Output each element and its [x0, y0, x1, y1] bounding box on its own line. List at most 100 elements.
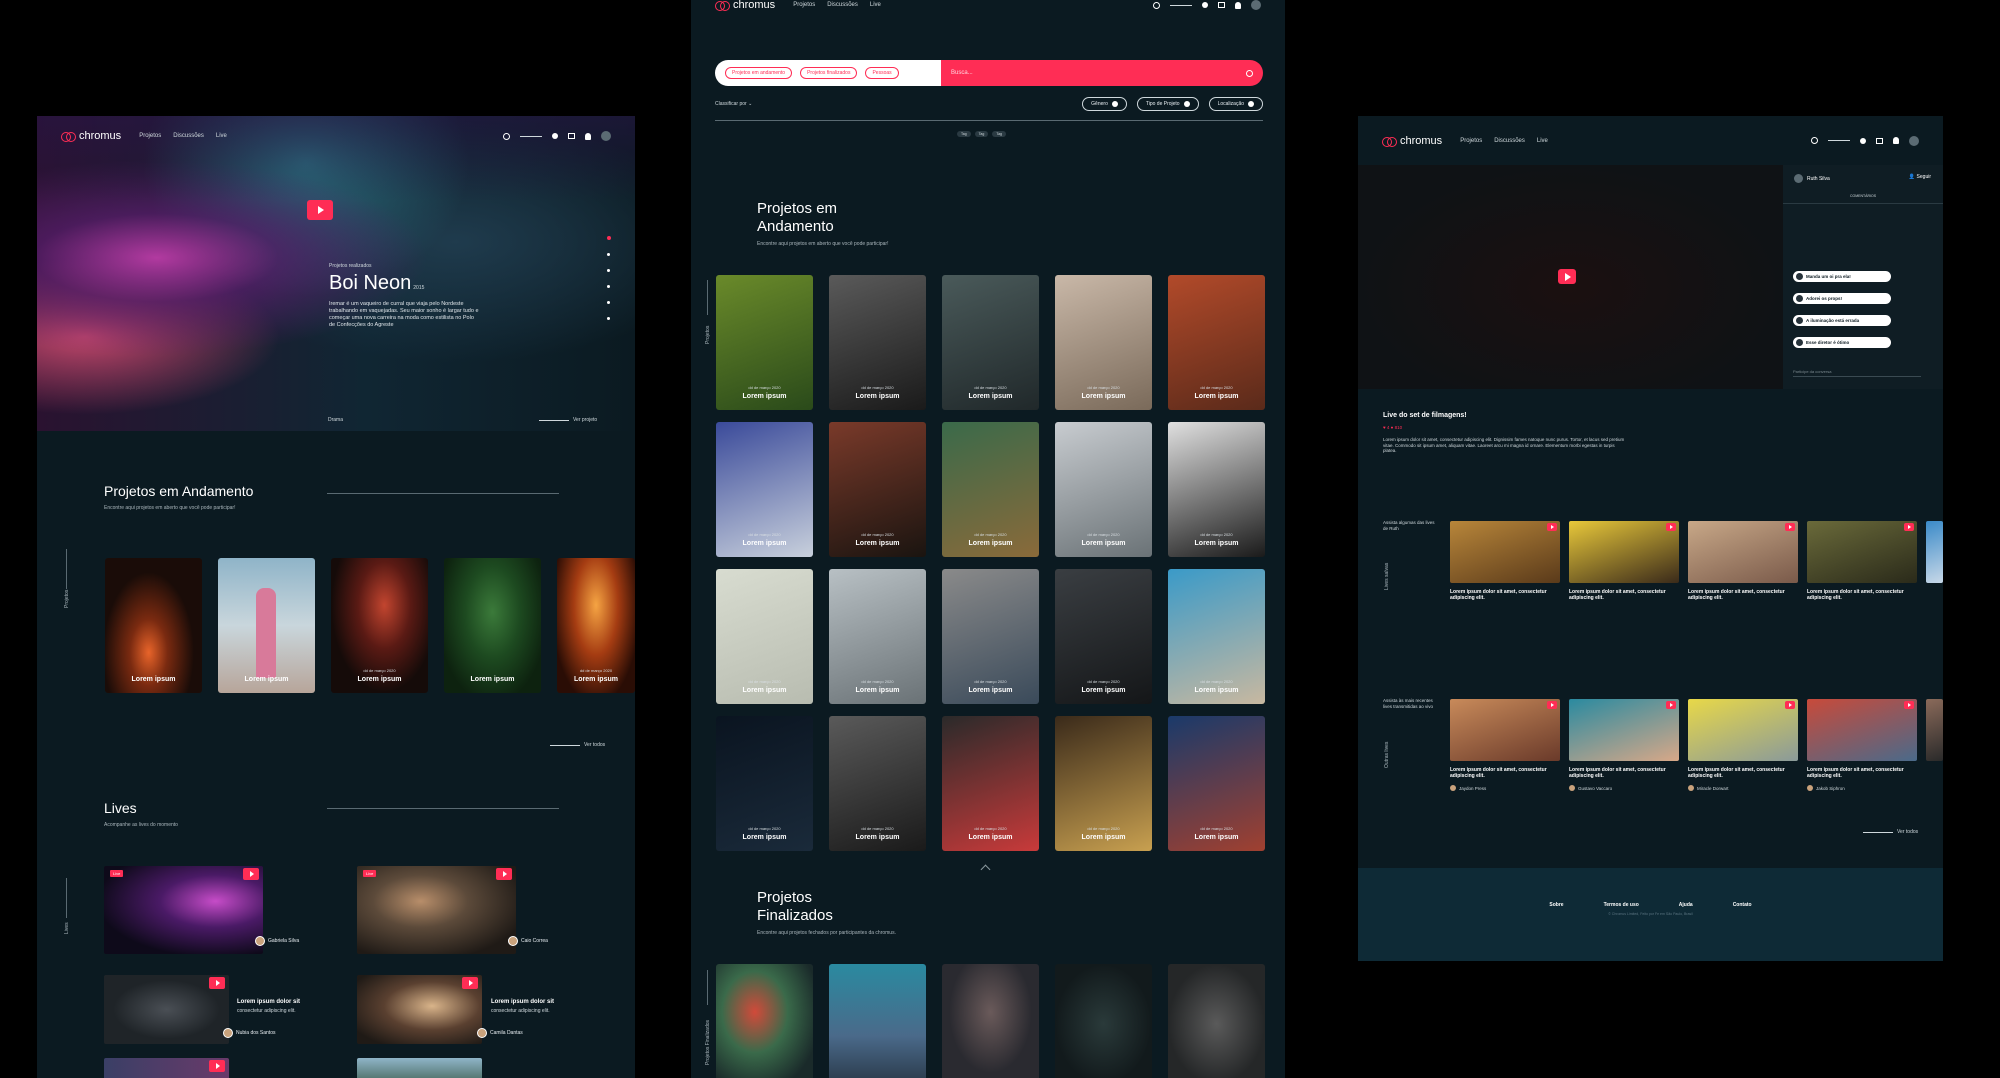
- live-thumbnail[interactable]: [1926, 521, 1943, 583]
- footer-link-sobre[interactable]: Sobre: [1549, 902, 1563, 908]
- nav-discussoes[interactable]: Discussões: [827, 2, 858, 8]
- play-button[interactable]: [209, 1060, 225, 1072]
- project-card[interactable]: dd de março 2020 Lorem ipsum: [716, 275, 813, 410]
- play-button[interactable]: [462, 977, 478, 989]
- add-icon[interactable]: [552, 133, 558, 139]
- play-button[interactable]: [209, 977, 225, 989]
- live-thumbnail[interactable]: [1450, 521, 1560, 583]
- search-input[interactable]: Busca...: [941, 60, 1263, 86]
- play-button[interactable]: [496, 868, 512, 880]
- project-card[interactable]: Lorem ipsum: [444, 558, 541, 693]
- streamer[interactable]: Ruth Silva: [1794, 174, 1830, 183]
- play-button[interactable]: [1547, 523, 1557, 531]
- live-thumbnail[interactable]: [1807, 521, 1917, 583]
- live-user[interactable]: Camila Dantas: [477, 1028, 523, 1038]
- sort-dropdown[interactable]: Classificar por ⌄: [715, 101, 752, 107]
- avatar[interactable]: [1909, 135, 1919, 146]
- search-icon[interactable]: [1246, 69, 1253, 77]
- live-card[interactable]: [104, 975, 229, 1044]
- footer-link-ajuda[interactable]: Ajuda: [1679, 902, 1693, 908]
- nav-projetos[interactable]: Projetos: [139, 133, 161, 139]
- play-button[interactable]: [1558, 269, 1576, 284]
- logo[interactable]: chromus: [1382, 135, 1442, 147]
- live-card[interactable]: [357, 975, 482, 1044]
- play-button[interactable]: [1785, 701, 1795, 709]
- add-icon[interactable]: [1202, 2, 1208, 8]
- logo[interactable]: chromus: [61, 130, 121, 142]
- project-card[interactable]: dd de março 2020 Lorem ipsum: [829, 716, 926, 851]
- project-card[interactable]: dd de março 2020 Lorem ipsum: [829, 569, 926, 704]
- hero-dot[interactable]: [607, 317, 610, 320]
- logo[interactable]: chromus: [715, 0, 775, 11]
- search-icon[interactable]: [503, 132, 510, 140]
- avatar[interactable]: [601, 131, 611, 141]
- nav-projetos[interactable]: Projetos: [793, 2, 815, 8]
- tab-comentarios[interactable]: COMENTÁRIOS: [1783, 194, 1943, 198]
- live-card[interactable]: Live: [104, 866, 263, 954]
- live-user[interactable]: Nubia dos Santos: [223, 1028, 275, 1038]
- live-user[interactable]: Gabriela Silva: [255, 936, 299, 946]
- hero-dot[interactable]: [607, 269, 610, 272]
- project-card[interactable]: dd de março 2020 Lorem ipsum: [1055, 275, 1152, 410]
- filter-tipo-projeto[interactable]: Tipo de Projeto: [1136, 97, 1199, 111]
- project-card[interactable]: dd de março 2020 Lorem ipsum: [716, 716, 813, 851]
- project-card[interactable]: dd de março 2020 Lorem ipsum: [1055, 716, 1152, 851]
- bell-icon[interactable]: [1235, 1, 1241, 9]
- project-card[interactable]: dd de março 2020 Lorem ipsum: [716, 422, 813, 557]
- filter-localizacao[interactable]: Localização: [1208, 97, 1263, 111]
- chat-input[interactable]: Participe da conversa: [1793, 369, 1921, 377]
- hero-dot[interactable]: [607, 301, 610, 304]
- chevron-up-icon[interactable]: [980, 864, 991, 875]
- live-thumbnail[interactable]: [1569, 699, 1679, 761]
- project-card[interactable]: dd de março 2020 Lorem ipsum: [1168, 422, 1265, 557]
- live-card[interactable]: [357, 1058, 482, 1078]
- play-button[interactable]: [243, 868, 259, 880]
- project-card[interactable]: dd de março 2020 Lorem ipsum: [829, 275, 926, 410]
- footer-link-termos[interactable]: Termos de uso: [1604, 902, 1639, 908]
- live-thumbnail[interactable]: [1688, 699, 1798, 761]
- live-thumbnail[interactable]: [1926, 699, 1943, 761]
- ver-todos-link[interactable]: Ver todos: [1863, 829, 1918, 835]
- project-card[interactable]: dd de março 2020 Lorem ipsum: [942, 569, 1039, 704]
- live-user[interactable]: Jakob Siphron: [1807, 785, 1845, 791]
- live-thumbnail[interactable]: [1807, 699, 1917, 761]
- project-card[interactable]: [942, 964, 1039, 1078]
- nav-projetos[interactable]: Projetos: [1460, 138, 1482, 144]
- nav-live[interactable]: Live: [216, 133, 227, 139]
- live-user[interactable]: Jaydon Press: [1450, 785, 1486, 791]
- live-user[interactable]: Caio Correa: [508, 936, 548, 946]
- play-button[interactable]: [1904, 523, 1914, 531]
- project-card[interactable]: dd de março 2020 Lorem ipsum: [1168, 275, 1265, 410]
- ver-todos-link[interactable]: Ver todos: [550, 742, 605, 748]
- nav-live[interactable]: Live: [1537, 138, 1548, 144]
- ver-projeto-link[interactable]: Ver projeto: [539, 417, 597, 423]
- play-button[interactable]: [1666, 701, 1676, 709]
- tag[interactable]: Tag: [974, 131, 989, 137]
- project-card[interactable]: dd de março 2020 Lorem ipsum: [942, 422, 1039, 557]
- play-button[interactable]: [1666, 523, 1676, 531]
- live-thumbnail[interactable]: [1569, 521, 1679, 583]
- mail-icon[interactable]: [1876, 137, 1883, 144]
- chip-projetos-finalizados[interactable]: Projetos finalizados: [800, 67, 858, 79]
- play-button[interactable]: [1547, 701, 1557, 709]
- play-button[interactable]: [1904, 701, 1914, 709]
- mail-icon[interactable]: [1218, 2, 1225, 8]
- chip-pessoas[interactable]: Pessoas: [865, 67, 899, 79]
- hero-play-button[interactable]: [307, 200, 333, 220]
- tag[interactable]: Tag: [992, 131, 1006, 137]
- project-card[interactable]: dd de março 2020 Lorem ipsum: [829, 422, 926, 557]
- project-card[interactable]: dd de março 2020 Lorem ipsum: [1055, 569, 1152, 704]
- add-icon[interactable]: [1860, 137, 1866, 144]
- live-thumbnail[interactable]: [1450, 699, 1560, 761]
- footer-link-contato[interactable]: Contato: [1733, 902, 1752, 908]
- live-user[interactable]: Miracle Dorwart: [1688, 785, 1729, 791]
- project-card[interactable]: dd de março 2020 Lorem ipsum: [331, 558, 428, 693]
- video-player[interactable]: [1358, 165, 1783, 389]
- bell-icon[interactable]: [585, 132, 591, 140]
- project-card[interactable]: [1168, 964, 1265, 1078]
- project-card[interactable]: dd de março 2020 Lorem ipsum: [1168, 569, 1265, 704]
- project-card[interactable]: [1055, 964, 1152, 1078]
- nav-discussoes[interactable]: Discussões: [1494, 138, 1525, 144]
- live-card[interactable]: Live: [357, 866, 516, 954]
- project-card[interactable]: dd de março 2020 Lorem ipsum: [716, 569, 813, 704]
